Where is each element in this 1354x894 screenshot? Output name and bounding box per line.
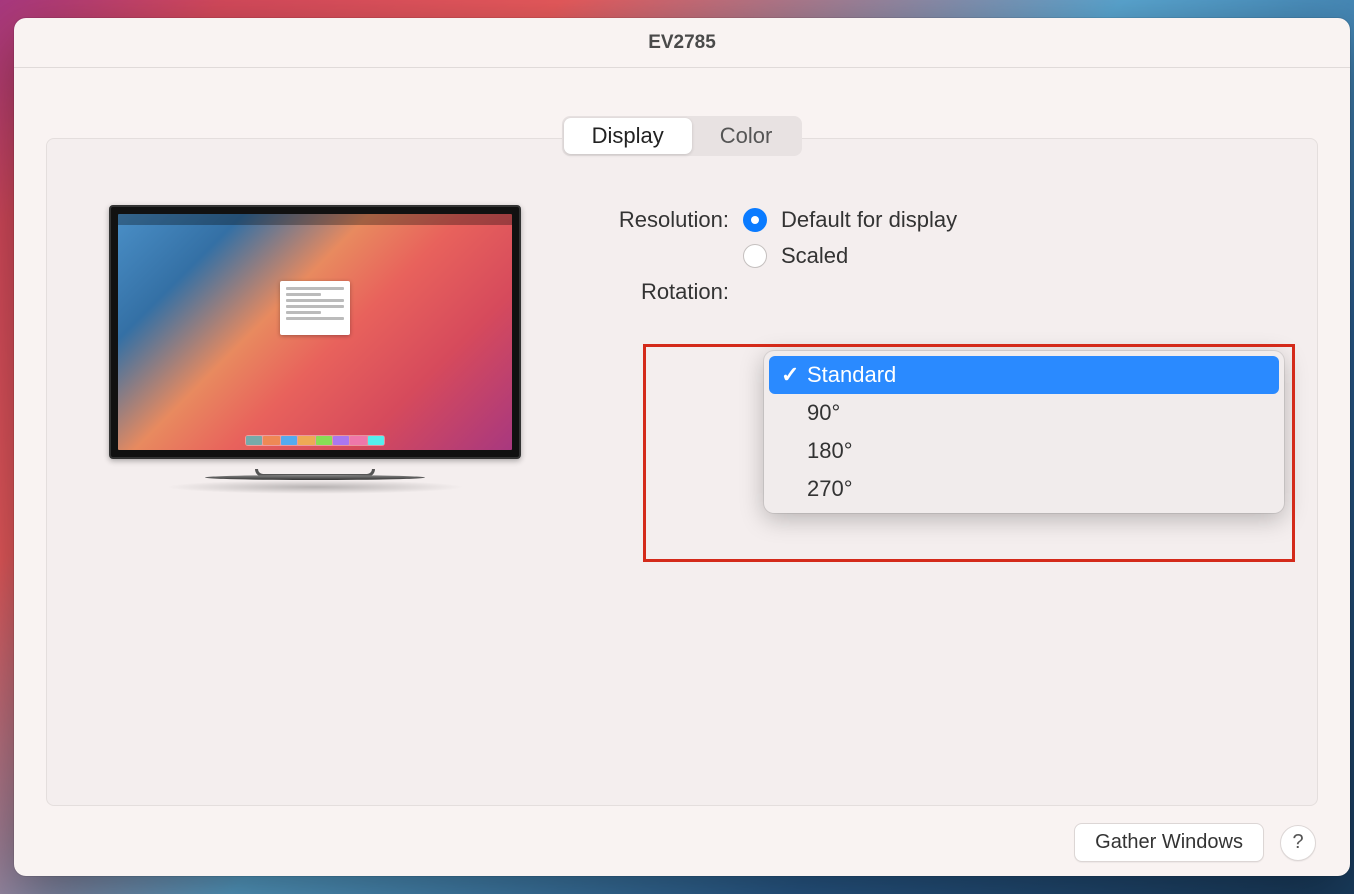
resolution-label: Resolution: bbox=[599, 207, 729, 233]
titlebar: EV2785 bbox=[14, 18, 1350, 68]
check-icon: ✓ bbox=[781, 362, 799, 388]
rotation-option-270[interactable]: 270° bbox=[769, 470, 1279, 508]
rotation-option-90[interactable]: 90° bbox=[769, 394, 1279, 432]
rotation-dropdown[interactable]: ✓ Standard 90° 180° 270° bbox=[764, 351, 1284, 513]
radio-scaled-label: Scaled bbox=[781, 243, 848, 269]
rotation-option-standard[interactable]: ✓ Standard bbox=[769, 356, 1279, 394]
content-area: Display Color bbox=[14, 68, 1350, 876]
help-button[interactable]: ? bbox=[1280, 825, 1316, 861]
monitor-preview bbox=[109, 199, 539, 785]
gather-windows-button[interactable]: Gather Windows bbox=[1074, 823, 1264, 862]
rotation-label: Rotation: bbox=[599, 279, 729, 305]
tab-color[interactable]: Color bbox=[692, 118, 801, 154]
radio-default-for-display[interactable] bbox=[743, 208, 767, 232]
radio-scaled[interactable] bbox=[743, 244, 767, 268]
radio-default-label: Default for display bbox=[781, 207, 957, 233]
rotation-option-180[interactable]: 180° bbox=[769, 432, 1279, 470]
tab-bar: Display Color bbox=[562, 116, 803, 156]
footer: Gather Windows ? bbox=[1074, 823, 1316, 862]
tab-display[interactable]: Display bbox=[564, 118, 692, 154]
window-title: EV2785 bbox=[648, 32, 716, 54]
preferences-window: EV2785 Display Color bbox=[14, 18, 1350, 876]
